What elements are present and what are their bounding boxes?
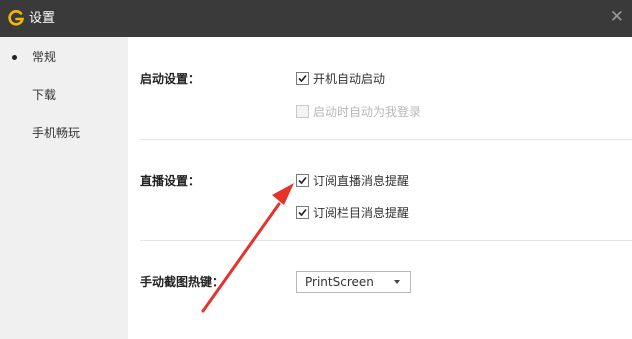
sidebar: 常规 下载 手机畅玩 bbox=[0, 37, 128, 339]
checkbox-checked-icon bbox=[296, 174, 309, 187]
live-notify-label: 订阅直播消息提醒 bbox=[313, 174, 410, 188]
chevron-down-icon bbox=[394, 280, 400, 284]
section-divider bbox=[140, 240, 632, 241]
sidebar-item-label: 手机畅玩 bbox=[32, 126, 81, 140]
hotkey-value: PrintScreen bbox=[305, 275, 374, 289]
column-notify-label: 订阅栏目消息提醒 bbox=[313, 206, 410, 220]
logo-g-icon bbox=[8, 10, 25, 26]
settings-panel: 启动设置： 开机自动启动 启动时自动为我登录 直播设置： 订阅直播消息提醒 订阅… bbox=[128, 37, 632, 339]
screenshot-hotkey-dropdown[interactable]: PrintScreen bbox=[296, 271, 411, 293]
title-bar: 设置 ✕ bbox=[0, 0, 632, 37]
auto-login-label: 启动时自动为我登录 bbox=[313, 105, 422, 119]
checkbox-checked-icon bbox=[296, 72, 309, 85]
window-title: 设置 bbox=[29, 11, 56, 26]
hotkey-section-label: 手动截图热键： bbox=[140, 275, 225, 289]
checkbox-unchecked-icon bbox=[296, 105, 309, 118]
sidebar-item-mobile-play[interactable]: 手机畅玩 bbox=[0, 118, 128, 148]
live-section-label: 直播设置： bbox=[140, 174, 201, 188]
sidebar-item-label: 常规 bbox=[32, 50, 57, 64]
checkbox-checked-icon bbox=[296, 206, 309, 219]
selected-dot-icon bbox=[12, 55, 17, 60]
sidebar-item-download[interactable]: 下载 bbox=[0, 80, 128, 110]
sidebar-item-general[interactable]: 常规 bbox=[0, 42, 128, 72]
section-divider bbox=[140, 139, 632, 140]
startup-section-label: 启动设置： bbox=[140, 72, 201, 86]
auto-start-label: 开机自动启动 bbox=[313, 72, 386, 86]
close-icon[interactable]: ✕ bbox=[610, 7, 624, 27]
sidebar-item-label: 下载 bbox=[32, 88, 57, 102]
